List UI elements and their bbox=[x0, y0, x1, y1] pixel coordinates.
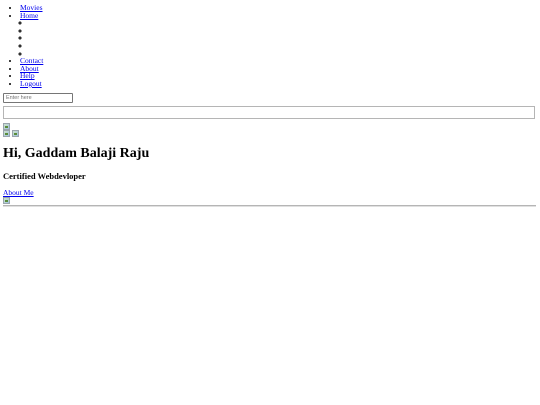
search-input[interactable] bbox=[3, 93, 73, 103]
home-submenu bbox=[20, 19, 43, 57]
about-me-link[interactable]: About Me bbox=[3, 188, 34, 197]
home-submenu-item[interactable] bbox=[30, 42, 43, 50]
home-submenu-item[interactable] bbox=[30, 19, 43, 27]
nav-link-home[interactable]: Home bbox=[20, 11, 38, 20]
broken-image-icon bbox=[3, 130, 10, 137]
profile-title: Certified Webdevloper bbox=[3, 171, 86, 181]
home-submenu-item[interactable] bbox=[30, 27, 43, 35]
divider bbox=[3, 205, 536, 207]
nav-item-home: Home bbox=[20, 11, 43, 58]
main-nav: Movies Home Contact About Help Logout bbox=[20, 4, 43, 88]
nav-item-logout: Logout bbox=[20, 80, 43, 88]
home-submenu-item[interactable] bbox=[30, 34, 43, 42]
broken-image-icon bbox=[3, 123, 10, 130]
content-box bbox=[3, 106, 535, 119]
nav-link-logout[interactable]: Logout bbox=[20, 79, 42, 88]
broken-image-icon bbox=[12, 130, 19, 137]
broken-image-icon bbox=[3, 197, 10, 204]
profile-greeting: Hi, Gaddam Balaji Raju bbox=[3, 146, 150, 161]
